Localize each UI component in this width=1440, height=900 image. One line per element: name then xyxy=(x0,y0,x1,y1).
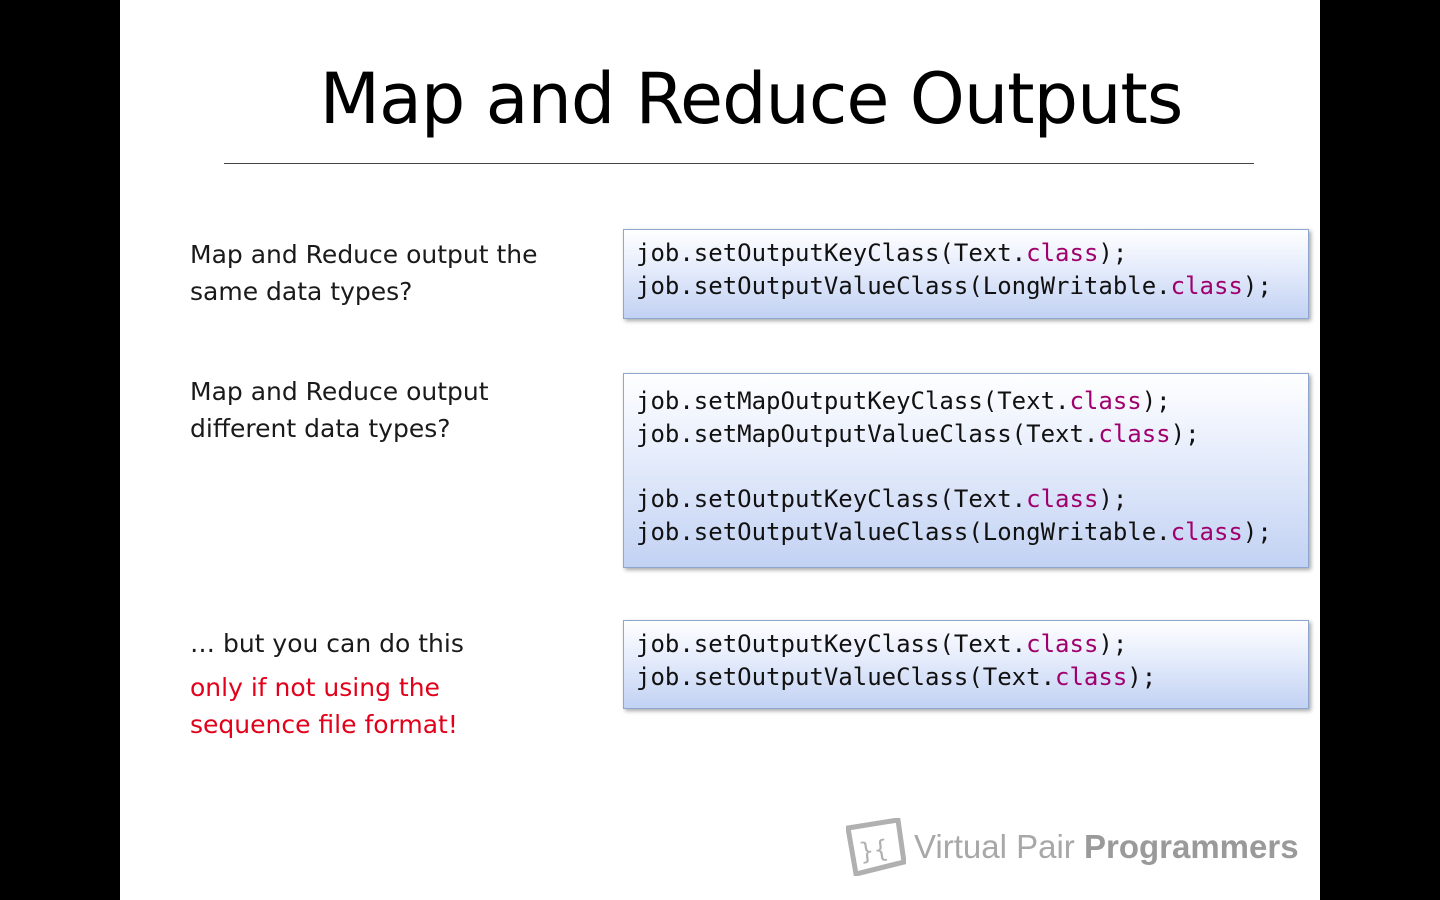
code-box-text-types: job.setOutputKeyClass(Text.class); job.se… xyxy=(623,620,1309,709)
code-keyword: class xyxy=(1170,518,1243,546)
logo-text: Virtual Pair Programmers xyxy=(914,828,1299,866)
prompt-but-you-can: … but you can do this xyxy=(190,629,464,658)
prompt-same-types: Map and Reduce output the same data type… xyxy=(190,240,538,306)
code-text: job.setOutputKeyClass(Text. xyxy=(636,239,1027,267)
vpp-logo: }{ Virtual Pair Programmers xyxy=(842,814,1312,878)
code-text: job.setOutputKeyClass(Text. xyxy=(636,630,1027,658)
code-braces-logo-icon: }{ xyxy=(846,818,906,876)
code-keyword: class xyxy=(1170,272,1243,300)
code-keyword: class xyxy=(1026,239,1099,267)
code-text: job.setOutputValueClass(LongWritable. xyxy=(636,518,1171,546)
code-text: job.setOutputKeyClass(Text. xyxy=(636,485,1027,513)
code-keyword: class xyxy=(1026,630,1099,658)
code-keyword: class xyxy=(1055,663,1128,691)
logo-text-light: Virtual Pair xyxy=(914,828,1084,865)
code-text: ); xyxy=(1170,420,1200,448)
code-text: ); xyxy=(1141,387,1171,415)
code-text: ); xyxy=(1242,272,1272,300)
code-text: job.setMapOutputValueClass(Text. xyxy=(636,420,1099,448)
code-line: job.setOutputKeyClass(Text.class); xyxy=(636,483,1308,516)
code-line: job.setOutputKeyClass(Text.class); xyxy=(636,628,1308,661)
code-line: job.setOutputValueClass(Text.class); xyxy=(636,661,1308,694)
code-keyword: class xyxy=(1026,485,1099,513)
code-text: ); xyxy=(1242,518,1272,546)
code-line: job.setOutputValueClass(LongWritable.cla… xyxy=(636,270,1308,303)
code-text: ); xyxy=(1098,630,1128,658)
code-text: ); xyxy=(1098,485,1128,513)
warning-sequence-file: only if not using the sequence file form… xyxy=(190,673,458,739)
code-box-different-types: job.setMapOutputKeyClass(Text.class); job… xyxy=(623,373,1309,568)
code-line: job.setMapOutputValueClass(Text.class); xyxy=(636,418,1308,451)
code-text: job.setMapOutputKeyClass(Text. xyxy=(636,387,1070,415)
code-line: job.setOutputValueClass(LongWritable.cla… xyxy=(636,516,1308,549)
code-text: ); xyxy=(1098,239,1128,267)
code-text: job.setOutputValueClass(Text. xyxy=(636,663,1056,691)
code-text: ); xyxy=(1127,663,1157,691)
svg-text:}{: }{ xyxy=(857,834,890,866)
slide-title: Map and Reduce Outputs xyxy=(319,58,1184,140)
title-divider xyxy=(224,163,1254,164)
code-line: job.setMapOutputKeyClass(Text.class); xyxy=(636,385,1308,418)
code-box-same-types: job.setOutputKeyClass(Text.class); job.se… xyxy=(623,229,1309,319)
code-keyword: class xyxy=(1069,387,1142,415)
code-keyword: class xyxy=(1098,420,1171,448)
code-text: job.setOutputValueClass(LongWritable. xyxy=(636,272,1171,300)
prompt-different-types: Map and Reduce output different data typ… xyxy=(190,377,489,443)
slide: Map and Reduce Outputs Map and Reduce ou… xyxy=(120,0,1320,900)
code-line: job.setOutputKeyClass(Text.class); xyxy=(636,237,1308,270)
logo-text-bold: Programmers xyxy=(1083,828,1299,865)
